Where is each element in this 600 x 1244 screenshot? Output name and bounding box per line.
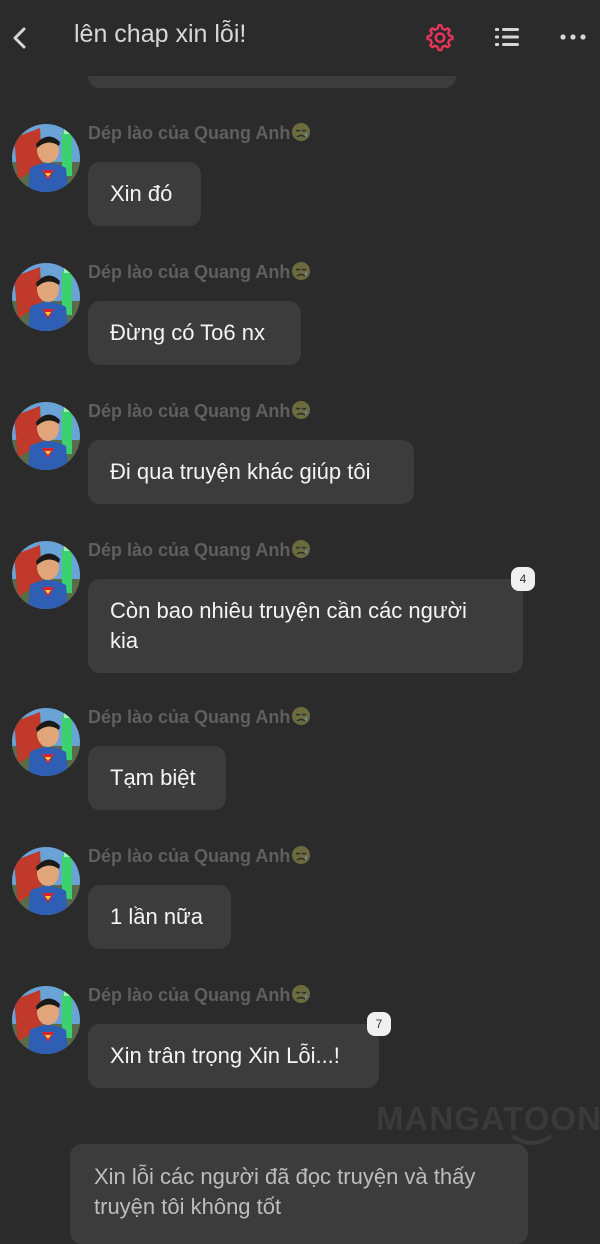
sender-name: Dép lào của Quang Anh — [88, 261, 311, 283]
sad-face-icon — [291, 706, 311, 726]
page-title: lên chap xin lỗi! — [74, 20, 247, 48]
sender-name: Dép lào của Quang Anh — [88, 706, 311, 728]
message-bubble[interactable]: 1 lần nữa — [88, 885, 231, 949]
sender-avatar[interactable] — [12, 124, 80, 192]
sender-avatar[interactable] — [12, 847, 80, 915]
message-bubble[interactable]: Tạm biệt — [88, 746, 226, 810]
sad-face-icon — [291, 122, 311, 142]
message-bubble[interactable]: Xin trân trọng Xin Lỗi...! 7 — [88, 1012, 391, 1088]
sender-avatar[interactable] — [12, 986, 80, 1054]
reaction-count-badge[interactable]: 7 — [367, 1012, 391, 1036]
app-header: lên chap xin lỗi! — [0, 0, 600, 76]
message-bubble[interactable]: Đừng có To6 nx — [88, 301, 301, 365]
sender-avatar[interactable] — [12, 402, 80, 470]
sender-name: Dép lào của Quang Anh — [88, 845, 311, 867]
sad-face-icon — [291, 261, 311, 281]
message-text: Còn bao nhiêu truyện cần các người kia — [110, 598, 467, 653]
reaction-count-badge[interactable]: 4 — [511, 567, 535, 591]
footer-note-bubble: Xin lỗi các người đã đọc truyện và thấy … — [70, 1144, 528, 1244]
sad-face-icon — [291, 845, 311, 865]
sender-name: Dép lào của Quang Anh — [88, 539, 311, 561]
sender-avatar[interactable] — [12, 708, 80, 776]
watermark: MANGATOON — [376, 1100, 600, 1137]
sad-face-icon — [291, 984, 311, 1004]
sender-avatar[interactable] — [12, 541, 80, 609]
message-bubble[interactable]: Đi qua truyện khác giúp tôi — [88, 440, 414, 504]
sender-name: Dép lào của Quang Anh — [88, 400, 311, 422]
more-dots-icon[interactable] — [558, 22, 588, 52]
message-bubble[interactable]: Xin đó — [88, 162, 201, 226]
sender-name: Dép lào của Quang Anh — [88, 984, 311, 1006]
sender-avatar[interactable] — [12, 263, 80, 331]
message-text: Xin trân trọng Xin Lỗi...! — [110, 1043, 340, 1068]
gear-icon[interactable] — [424, 22, 454, 52]
sender-name: Dép lào của Quang Anh — [88, 122, 311, 144]
sad-face-icon — [291, 400, 311, 420]
message-bubble[interactable]: Còn bao nhiêu truyện cần các người kia 4 — [88, 567, 535, 673]
sad-face-icon — [291, 539, 311, 559]
list-icon[interactable] — [492, 22, 522, 52]
chevron-left-icon[interactable] — [6, 22, 34, 54]
